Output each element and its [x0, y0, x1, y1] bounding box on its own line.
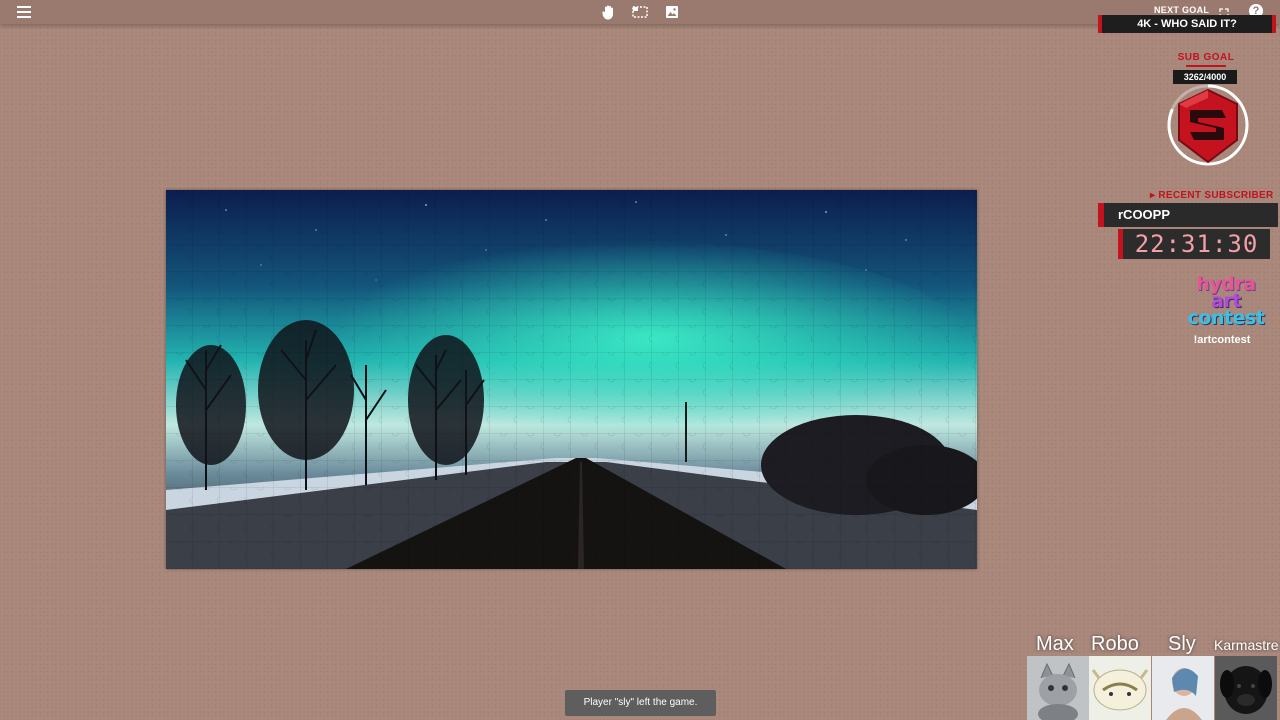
player-name: Max [1036, 633, 1074, 655]
black-dog-avatar[interactable] [1215, 656, 1277, 720]
sky-bison-avatar[interactable] [1089, 656, 1151, 720]
next-goal-banner: 4K - WHO SAID IT? [1098, 15, 1276, 33]
woman-portrait-avatar[interactable] [1152, 656, 1214, 720]
player-name: Robo [1091, 633, 1139, 655]
recent-subscriber-label: ▸ RECENT SUBSCRIBER [1150, 190, 1274, 201]
cat-avatar[interactable] [1027, 656, 1089, 720]
image-preview-icon[interactable] [663, 3, 681, 21]
fullscreen-icon[interactable] [1219, 5, 1229, 18]
hand-icon[interactable] [600, 3, 618, 21]
player-left-toast: Player "sly" left the game. [565, 690, 716, 716]
sub-goal-count: 3262/4000 [1173, 70, 1237, 84]
player-name: Karmastre [1214, 637, 1279, 653]
player-name: Sly [1168, 633, 1196, 655]
art-contest-command: !artcontest [1193, 334, 1251, 346]
stream-clock: 22:31:30 [1118, 229, 1270, 259]
jigsaw-puzzle-board[interactable] [166, 190, 977, 569]
art-contest-word-contest: contest [1187, 307, 1265, 329]
box-select-icon[interactable] [631, 3, 649, 21]
recent-subscriber-name: rCOOPP [1098, 203, 1278, 227]
sub-goal-emblem [1164, 84, 1256, 172]
next-goal-label: NEXT GOAL [1154, 5, 1210, 15]
sub-goal-label: SUB GOAL [1170, 52, 1242, 67]
top-toolbar: ? [0, 0, 1280, 24]
hamburger-menu-icon[interactable] [17, 6, 31, 18]
